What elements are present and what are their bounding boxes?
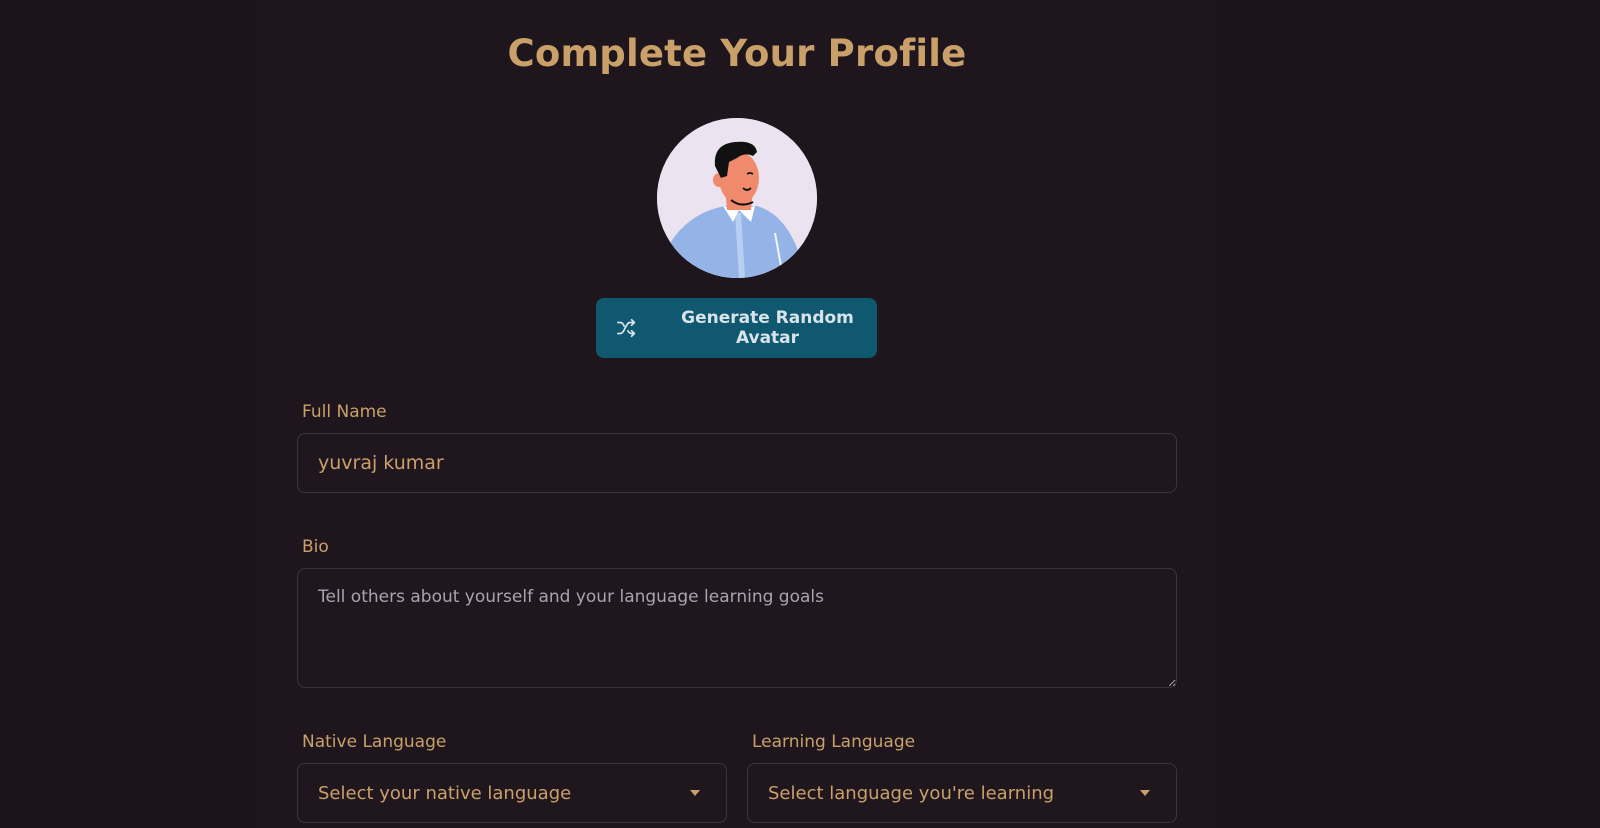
avatar	[657, 118, 817, 278]
avatar-illustration-icon	[657, 118, 817, 278]
generate-random-avatar-button[interactable]: Generate Random Avatar	[596, 298, 877, 358]
learning-language-selected: Select language you're learning	[768, 782, 1055, 804]
bio-textarea[interactable]	[297, 568, 1177, 688]
shuffle-icon	[616, 317, 638, 339]
chevron-down-icon	[1140, 790, 1150, 796]
learning-language-select[interactable]: Select language you're learning	[747, 763, 1177, 823]
full-name-input[interactable]	[297, 433, 1177, 493]
profile-page: Complete Your Profile Generate Random Av…	[0, 0, 1600, 828]
full-name-label: Full Name	[302, 402, 387, 422]
profile-form-card: Complete Your Profile Generate Random Av…	[257, 0, 1217, 828]
native-language-selected: Select your native language	[318, 782, 572, 804]
learning-language-label: Learning Language	[752, 732, 916, 752]
generate-random-avatar-label: Generate Random Avatar	[681, 308, 854, 348]
chevron-down-icon	[690, 790, 700, 796]
native-language-select[interactable]: Select your native language	[297, 763, 727, 823]
bio-label: Bio	[302, 537, 329, 557]
page-title: Complete Your Profile	[507, 32, 967, 75]
native-language-label: Native Language	[302, 732, 447, 752]
